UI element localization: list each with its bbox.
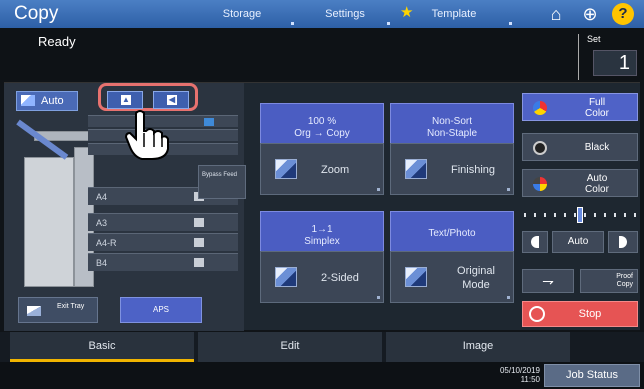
tab-basic[interactable]: Basic — [10, 332, 194, 362]
full-color-button[interactable]: Full Color — [522, 93, 638, 121]
lighter-icon — [531, 236, 539, 248]
tray-label: A4 — [96, 192, 108, 202]
top-bar: Copy Storage Settings ★ Template ⌂ ⊕ ? — [0, 0, 644, 28]
hand-pointer-icon — [124, 110, 169, 160]
zoom-ratio: 100 % — [307, 116, 337, 127]
tray-a4r[interactable]: A4-R — [88, 233, 238, 251]
exit-tray-button[interactable]: Exit Tray — [18, 297, 98, 323]
stop-label: Stop — [578, 308, 602, 320]
settings-tab-label: Settings — [325, 8, 365, 20]
finishing-button-label: Finishing — [451, 164, 496, 176]
interrupt-icon: ⇁ — [542, 273, 554, 289]
auto-color-button[interactable]: Auto Color — [522, 169, 638, 197]
app-title: Copy — [14, 3, 59, 24]
auto-density-button[interactable]: Auto — [552, 231, 604, 253]
proof-copy-label-1: Proof — [616, 273, 633, 280]
tray-a3[interactable]: A3 — [88, 213, 238, 231]
machine-panel: Auto ▲ ◀ A4 A3 A4-R B4 Bypass Feed Exit … — [4, 83, 246, 331]
darker-button[interactable] — [608, 231, 638, 253]
auto-paper-button[interactable]: Auto — [16, 91, 78, 111]
tab-image[interactable]: Image — [386, 332, 570, 362]
aps-button[interactable]: APS — [120, 297, 202, 323]
time-text: 11:50 — [520, 375, 540, 384]
status-message: Ready — [38, 34, 76, 49]
stop-button[interactable]: Stop — [522, 301, 638, 327]
portrait-icon: ▲ — [121, 95, 131, 105]
original-mode-value: Text/Photo — [428, 228, 476, 239]
density-marker[interactable] — [577, 207, 583, 223]
main-panel: Auto ▲ ◀ A4 A3 A4-R B4 Bypass Feed Exit … — [4, 82, 640, 331]
sort-status: Non-Sort — [431, 116, 472, 127]
density-scale[interactable] — [522, 207, 638, 223]
2-sided-icon — [275, 267, 297, 287]
stop-icon — [529, 306, 545, 322]
copy-count-box: Set 1 — [578, 34, 638, 80]
copier-illustration — [24, 117, 94, 291]
full-color-label-1: Full — [588, 97, 606, 108]
bypass-feed-button[interactable]: Bypass Feed — [198, 165, 246, 199]
full-color-icon — [533, 101, 547, 115]
paper-level-icon — [194, 238, 204, 247]
proof-copy-button[interactable]: Proof Copy — [580, 269, 638, 293]
exit-tray-label: Exit Tray — [57, 303, 85, 310]
settings-tab[interactable]: Settings — [298, 0, 392, 28]
job-status-button[interactable]: Job Status — [544, 364, 640, 387]
duplex-mode: 1→1 — [311, 224, 333, 235]
2-sided-button[interactable]: 2-Sided — [260, 251, 384, 303]
date-text: 05/10/2019 — [499, 366, 540, 375]
status-area: Ready Set 1 — [0, 28, 644, 80]
storage-tab-label: Storage — [222, 8, 262, 20]
tab-edit[interactable]: Edit — [198, 332, 382, 362]
template-tab[interactable]: ★ Template — [394, 0, 514, 28]
status-bar: 05/10/2019 11:50 Job Status — [0, 362, 644, 389]
tray-b4[interactable]: B4 — [88, 253, 238, 271]
auto-color-label-1: Auto — [586, 173, 608, 184]
zoom-button[interactable]: Zoom — [260, 143, 384, 195]
original-mode-icon — [405, 267, 427, 287]
proof-copy-label-2: Copy — [616, 281, 633, 288]
tray-label: A3 — [96, 218, 108, 228]
tray-indicator-icon — [204, 118, 214, 126]
original-mode-label-2: Mode — [462, 279, 490, 291]
darker-icon — [619, 236, 627, 248]
tray-label: A4-R — [96, 238, 117, 248]
paper-level-icon — [194, 218, 204, 227]
auto-paper-label: Auto — [41, 95, 64, 107]
exit-tray-icon — [27, 306, 41, 316]
original-mode-label-1: Original — [457, 265, 495, 277]
help-icon[interactable]: ? — [612, 3, 634, 25]
zoom-icon — [275, 159, 297, 179]
finishing-icon — [405, 159, 427, 179]
bottom-tabs: Basic Edit Image — [0, 332, 644, 362]
lighter-button[interactable] — [522, 231, 548, 253]
2-sided-button-label: 2-Sided — [321, 272, 359, 284]
black-color-icon — [533, 141, 547, 155]
auto-color-label-2: Color — [585, 184, 609, 195]
landscape-icon: ◀ — [167, 95, 177, 105]
globe-icon[interactable]: ⊕ — [579, 3, 601, 25]
copy-screen: Copy Storage Settings ★ Template ⌂ ⊕ ? R… — [0, 0, 644, 389]
duplex-mode-name: Simplex — [304, 236, 340, 247]
copy-count-value[interactable]: 1 — [593, 50, 637, 76]
black-button[interactable]: Black — [522, 133, 638, 161]
zoom-flow: Org → Copy — [294, 128, 350, 139]
black-label: Black — [584, 142, 610, 153]
full-color-label-2: Color — [585, 108, 609, 119]
interrupt-button[interactable]: ⇁ — [522, 269, 574, 293]
star-icon: ★ — [400, 4, 414, 21]
staple-status: Non-Staple — [426, 128, 478, 139]
tray-label: B4 — [96, 258, 108, 268]
home-icon[interactable]: ⌂ — [545, 3, 567, 25]
date-time: 05/10/2019 11:50 — [482, 366, 540, 384]
finishing-button[interactable]: Finishing — [390, 143, 514, 195]
original-mode-button[interactable]: Original Mode — [390, 251, 514, 303]
auto-color-icon — [533, 177, 547, 191]
template-tab-label: Template — [431, 8, 477, 20]
zoom-button-label: Zoom — [321, 164, 350, 176]
storage-tab[interactable]: Storage — [188, 0, 296, 28]
finisher-shape — [24, 157, 74, 287]
paper-level-icon — [194, 258, 204, 267]
paper-icon — [21, 95, 35, 106]
copy-count-label: Set — [587, 34, 601, 44]
